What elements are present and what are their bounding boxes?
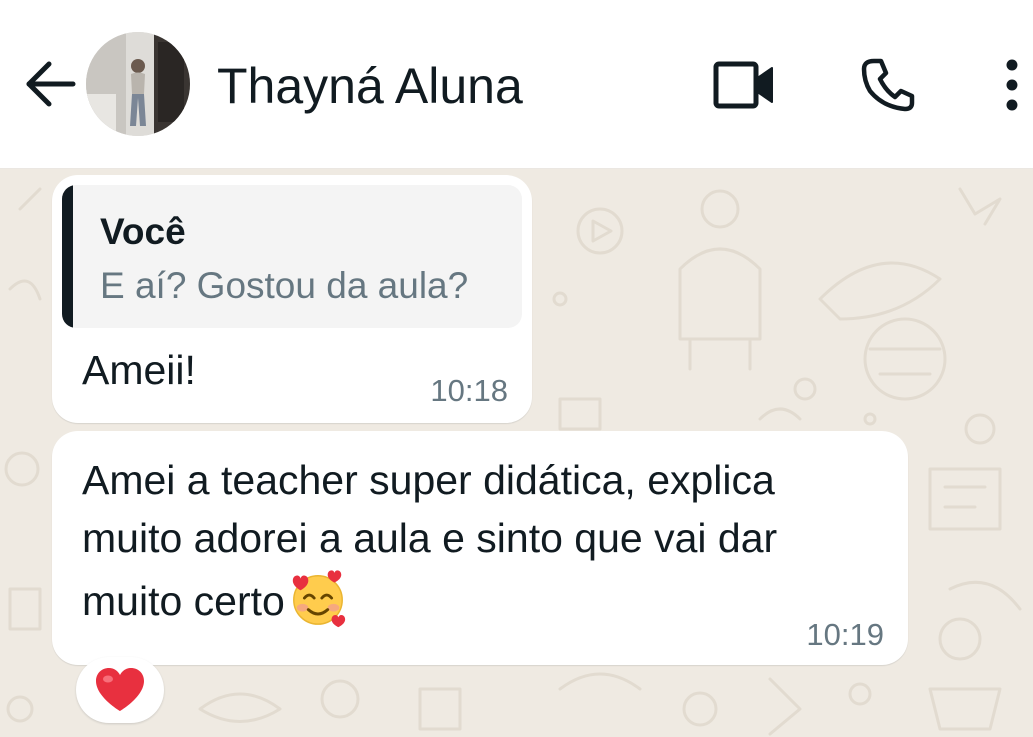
contact-avatar[interactable] [86, 32, 190, 136]
more-options-button[interactable] [994, 50, 1030, 120]
quoted-author: Você [100, 211, 186, 252]
message-bubble-incoming[interactable]: Amei a teacher super didática, explica m… [52, 431, 908, 665]
quoted-message[interactable]: Você E aí? Gostou da aula? [62, 185, 522, 328]
message-time: 10:19 [806, 617, 884, 652]
back-button[interactable] [20, 56, 80, 112]
phone-icon [861, 58, 915, 112]
chat-header: Thayná Aluna [0, 0, 1033, 169]
video-camera-icon [713, 61, 773, 109]
voice-call-button[interactable] [852, 50, 924, 120]
quote-accent-bar [62, 185, 73, 328]
chat-area[interactable]: Você E aí? Gostou da aula? Ameii! 10:18 … [0, 169, 1033, 737]
message-bubble-incoming[interactable]: Você E aí? Gostou da aula? Ameii! 10:18 [52, 175, 532, 423]
red-heart-icon [96, 668, 144, 711]
message-text: Ameii! [82, 347, 196, 393]
message-text: Amei a teacher super didática, explica m… [82, 457, 778, 624]
avatar-photo [86, 32, 190, 136]
more-vertical-icon [1006, 59, 1018, 111]
video-call-button[interactable] [704, 50, 784, 120]
smiling-face-with-hearts-icon [292, 570, 345, 628]
message-time: 10:18 [430, 373, 508, 408]
message-reaction[interactable] [76, 657, 164, 723]
back-arrow-icon [26, 61, 76, 107]
contact-name[interactable]: Thayná Aluna [217, 56, 523, 116]
message-text-block: Amei a teacher super didática, explica m… [82, 451, 862, 630]
quoted-text: E aí? Gostou da aula? [100, 265, 469, 306]
